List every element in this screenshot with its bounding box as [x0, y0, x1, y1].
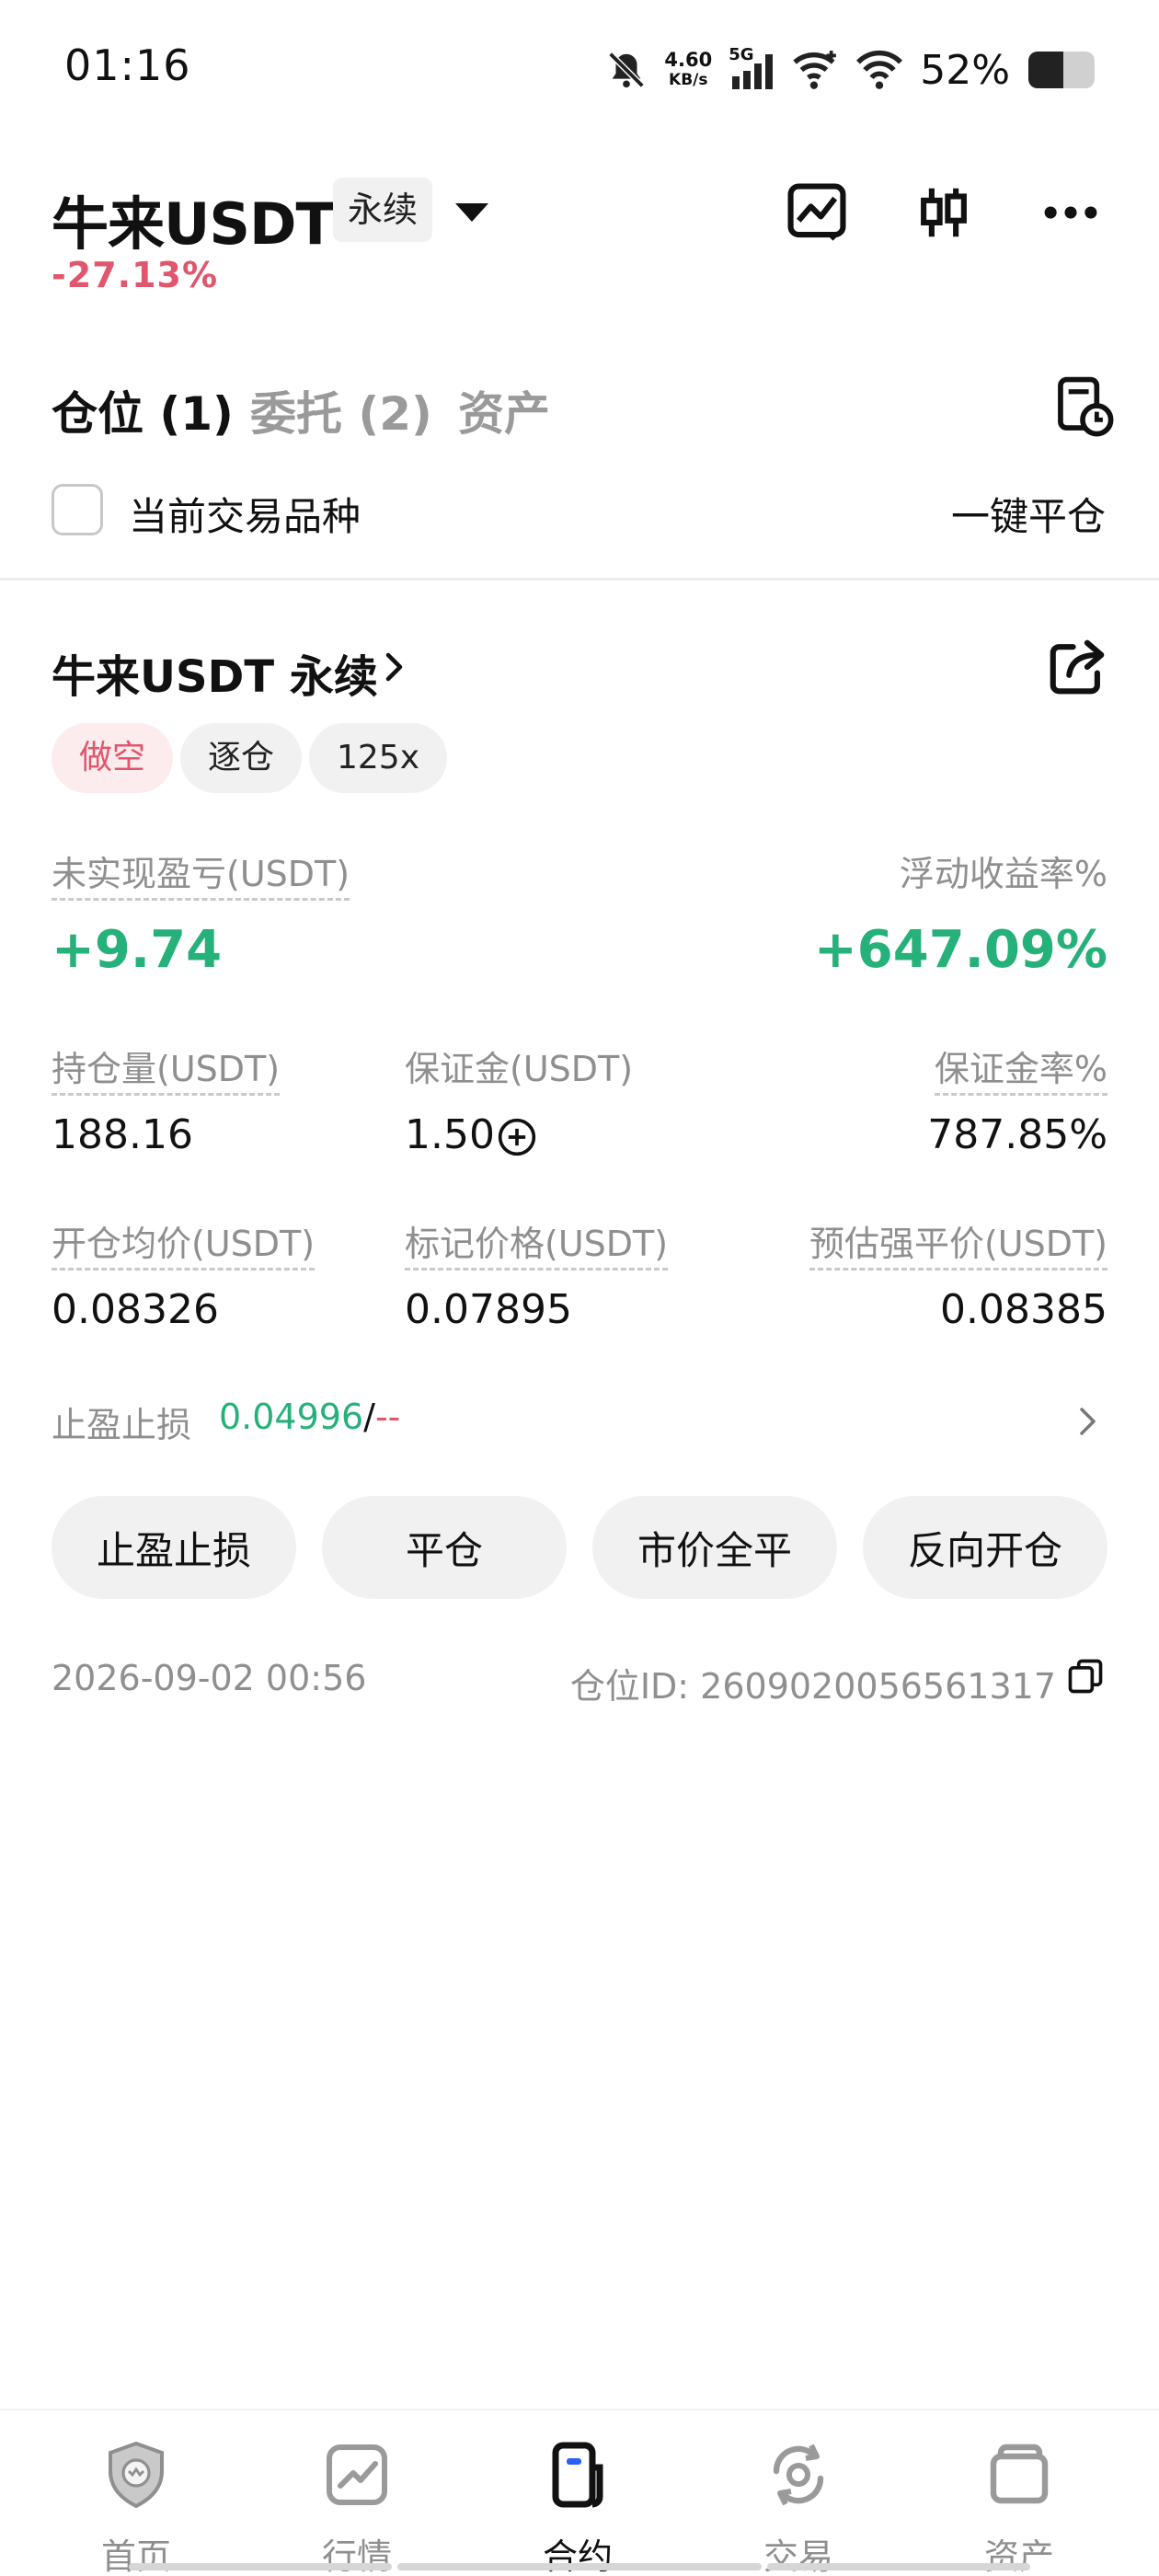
liq-price-label[interactable]: 预估强平价(USDT)	[809, 1222, 1107, 1271]
margin-ratio-label[interactable]: 保证金率%	[934, 1047, 1107, 1096]
mute-bell-icon	[608, 52, 645, 88]
battery-icon	[1028, 52, 1095, 88]
wifi-plus-icon	[793, 51, 837, 89]
position-open-time: 2026-09-02 00:56	[52, 1658, 367, 1698]
battery-percent: 52%	[920, 46, 1010, 94]
nav-trade[interactable]: 交易	[706, 2438, 890, 2576]
tab-orders[interactable]: 委托 (2)	[250, 377, 432, 443]
home-shield-icon	[109, 2441, 164, 2509]
unrealized-pnl-value: +9.74	[52, 920, 223, 980]
mark-price-label[interactable]: 标记价格(USDT)	[405, 1222, 669, 1271]
liq-price-value: 0.08385	[940, 1286, 1107, 1333]
net-speed: 4.60 KB/s	[664, 50, 712, 90]
tp-sl-row[interactable]: 止盈止损 0.04996/--	[0, 1389, 1159, 1454]
caret-down-icon[interactable]	[449, 194, 495, 231]
roe-value: +647.09%	[813, 920, 1107, 980]
tab-assets[interactable]: 资产	[458, 377, 550, 443]
nav-home[interactable]: 首页	[44, 2438, 228, 2576]
take-profit-value: 0.04996	[219, 1397, 364, 1437]
section-divider	[0, 578, 1159, 581]
chevron-right-icon[interactable]	[377, 644, 414, 690]
nav-market[interactable]: 行情	[265, 2438, 449, 2576]
contract-icon	[552, 2442, 603, 2508]
contract-type-badge: 永续	[333, 178, 433, 242]
status-time: 01:16	[64, 40, 191, 90]
tab-positions[interactable]: 仓位 (1)	[52, 377, 234, 443]
position-size-value: 188.16	[52, 1111, 193, 1158]
tp-sl-separator: /	[363, 1397, 375, 1437]
net-speed-value: 4.60	[664, 49, 713, 71]
close-position-button[interactable]: 平仓	[322, 1496, 567, 1599]
position-size-label[interactable]: 持仓量(USDT)	[52, 1047, 281, 1096]
margin-label: 保证金(USDT)	[405, 1049, 634, 1089]
chart-icon[interactable]	[780, 176, 854, 249]
signal-icon: 5G	[729, 45, 776, 91]
mark-price-value: 0.07895	[405, 1286, 572, 1333]
nav-assets[interactable]: 资产	[927, 2438, 1111, 2576]
more-icon[interactable]	[1034, 176, 1107, 249]
status-indicators: 4.60 KB/s 5G 52%	[605, 42, 1096, 98]
trade-exchange-icon	[773, 2444, 824, 2506]
chevron-right-icon[interactable]	[1074, 1400, 1102, 1443]
market-chart-icon	[327, 2444, 387, 2505]
margin-ratio-value: 787.85%	[927, 1111, 1107, 1158]
wifi-icon	[856, 50, 903, 89]
margin-value: 1.50	[405, 1111, 495, 1158]
filter-row: 当前交易品种 一键平仓	[0, 478, 1159, 543]
position-id: 仓位ID: 2609020056561317	[569, 1666, 1056, 1707]
bottom-navigation: 首页 行情 合约 交易 资产	[0, 2409, 1159, 2576]
copy-icon[interactable]	[1065, 1656, 1106, 1696]
close-all-button[interactable]: 一键平仓	[951, 486, 1106, 542]
pair-change-percent: -27.13%	[52, 255, 219, 295]
pair-title[interactable]: 牛来USDT	[52, 178, 335, 260]
market-close-all-button[interactable]: 市价全平	[592, 1496, 837, 1599]
tp-sl-values: 0.04996/--	[219, 1397, 400, 1437]
share-icon[interactable]	[1045, 635, 1109, 699]
contract-positions-screen: 01:16 4.60 KB/s 5G 52% 牛来USDT 永续 -27.13%…	[0, 0, 1159, 2576]
roe-label: 浮动收益率%	[899, 854, 1107, 894]
current-pair-checkbox[interactable]	[52, 484, 103, 535]
home-indicator-bar[interactable]	[397, 2563, 762, 2570]
tp-sl-label: 止盈止损	[52, 1405, 192, 1445]
nav-contract[interactable]: 合约	[486, 2438, 670, 2576]
home-indicator-segment	[767, 2563, 1030, 2570]
side-tag-short: 做空	[52, 723, 174, 793]
pair-header: 牛来USDT 永续 -27.13%	[0, 170, 1159, 308]
entry-price-label[interactable]: 开仓均价(USDT)	[52, 1222, 316, 1271]
leverage-tag: 125x	[309, 723, 448, 793]
margin-mode-tag: 逐仓	[180, 723, 303, 793]
status-bar: 01:16 4.60 KB/s 5G 52%	[0, 0, 1159, 138]
reverse-position-button[interactable]: 反向开仓	[863, 1496, 1107, 1599]
position-title[interactable]: 牛来USDT 永续	[52, 640, 378, 705]
current-pair-label[interactable]: 当前交易品种	[129, 486, 361, 542]
wallet-icon	[990, 2444, 1049, 2504]
tp-sl-button[interactable]: 止盈止损	[52, 1496, 296, 1599]
stop-loss-value: --	[374, 1397, 401, 1437]
add-margin-icon[interactable]	[497, 1117, 537, 1157]
history-clock-icon[interactable]	[1050, 374, 1115, 438]
candlestick-icon[interactable]	[907, 176, 981, 249]
home-indicator-segment	[129, 2563, 392, 2570]
unrealized-pnl-label[interactable]: 未实现盈亏(USDT)	[52, 852, 350, 901]
net-speed-unit: KB/s	[669, 71, 708, 89]
position-tabs: 仓位 (1) 委托 (2) 资产	[0, 374, 1159, 460]
entry-price-value: 0.08326	[52, 1286, 219, 1333]
